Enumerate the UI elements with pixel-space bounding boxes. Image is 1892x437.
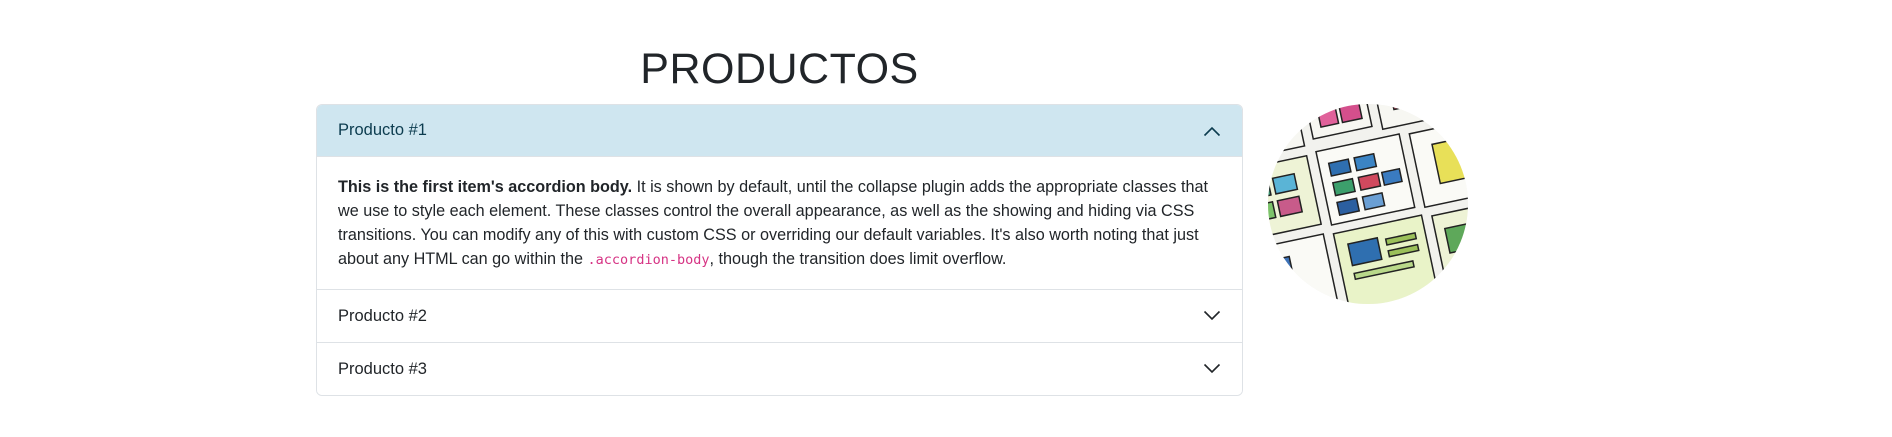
accordion-header-label: Producto #1 xyxy=(338,121,427,139)
accordion-header-label: Producto #2 xyxy=(338,306,427,325)
accordion-body-code: .accordion-body xyxy=(587,252,710,268)
accordion-header-producto-3[interactable]: Producto #3 xyxy=(317,343,1242,395)
chevron-down-icon xyxy=(1203,310,1221,321)
accordion-body-tail: , though the transition does limit overf… xyxy=(709,250,1007,268)
accordion-header-producto-1[interactable]: Producto #1 xyxy=(317,105,1242,157)
page-title: PRODUCTOS xyxy=(640,45,919,93)
accordion-header-label: Producto #3 xyxy=(338,359,427,378)
accordion-item-1: Producto #1 This is the first item's acc… xyxy=(317,105,1242,289)
product-accordion: Producto #1 This is the first item's acc… xyxy=(316,104,1243,396)
chevron-up-icon xyxy=(1203,126,1221,136)
accordion-body: This is the first item's accordion body.… xyxy=(317,157,1242,289)
accordion-body-lead: This is the first item's accordion body. xyxy=(338,178,633,196)
chevron-down-icon xyxy=(1203,363,1221,374)
product-sketch-image xyxy=(1268,104,1468,304)
accordion-header-producto-2[interactable]: Producto #2 xyxy=(317,290,1242,342)
accordion-item-3: Producto #3 xyxy=(317,342,1242,395)
accordion-item-2: Producto #2 xyxy=(317,289,1242,342)
